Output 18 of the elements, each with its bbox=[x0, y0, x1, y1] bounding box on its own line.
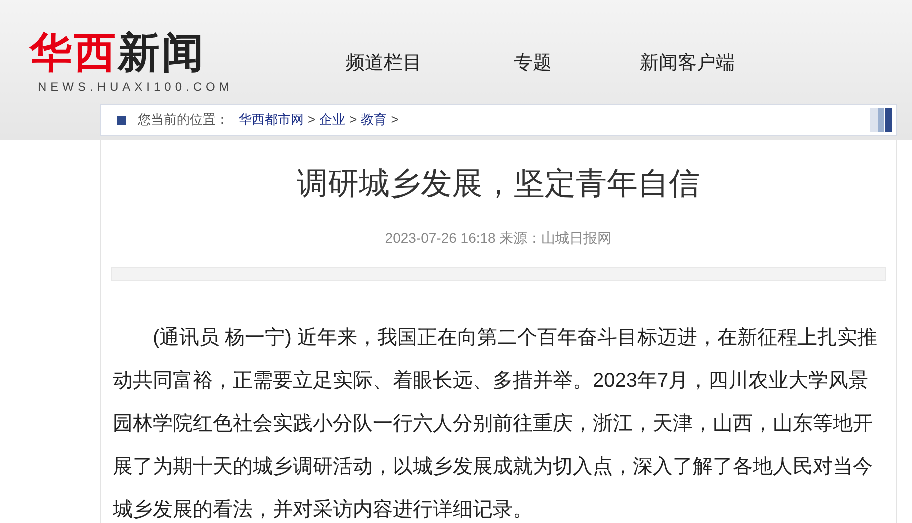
breadcrumb-label: 您当前的位置： bbox=[138, 111, 229, 130]
breadcrumb-separator: > bbox=[391, 111, 399, 130]
breadcrumb-link[interactable]: 企业 bbox=[320, 110, 346, 130]
logo-text[interactable]: 新闻 bbox=[118, 30, 206, 76]
article-meta: 2023-07-26 16:18 来源：山城日报网 bbox=[384, 229, 613, 248]
article-title: 调研城乡发展，坚定青年自信 bbox=[296, 165, 701, 203]
nav-link[interactable]: 频道栏目 bbox=[346, 50, 514, 78]
logo-text[interactable]: 华西 bbox=[30, 30, 118, 76]
nav-link[interactable]: 新闻客户端 bbox=[640, 50, 780, 78]
breadcrumb-separator: > bbox=[350, 111, 358, 130]
column-icon bbox=[870, 108, 892, 132]
article-paragraph: (通讯员 杨一宁) 近年来，我国正在向第二个百年奋斗目标迈进，在新征程上扎实推动共同富裕，正需要立足实际、着眼长远、多措并举。2023年7月，四川农业大学风景园林学院红色社会实践小分队一行六人分别前往重庆，浙江，天津，山西，山东等地开展了为期十天的城乡调研活动，以城乡发展成就为切入点，深入了解了各地人民对当今城乡发展的看法，并对采访内容进行详细记录。 bbox=[113, 326, 878, 523]
breadcrumb-link[interactable]: 华西都市网 bbox=[239, 110, 304, 130]
breadcrumb-separator: > bbox=[308, 111, 316, 130]
bullet-icon bbox=[117, 116, 126, 124]
logo-domain: NEWS.HUAXI100.COM bbox=[37, 79, 234, 96]
breadcrumb-link[interactable]: 教育 bbox=[361, 110, 388, 130]
nav-link[interactable]: 专题 bbox=[514, 50, 640, 78]
